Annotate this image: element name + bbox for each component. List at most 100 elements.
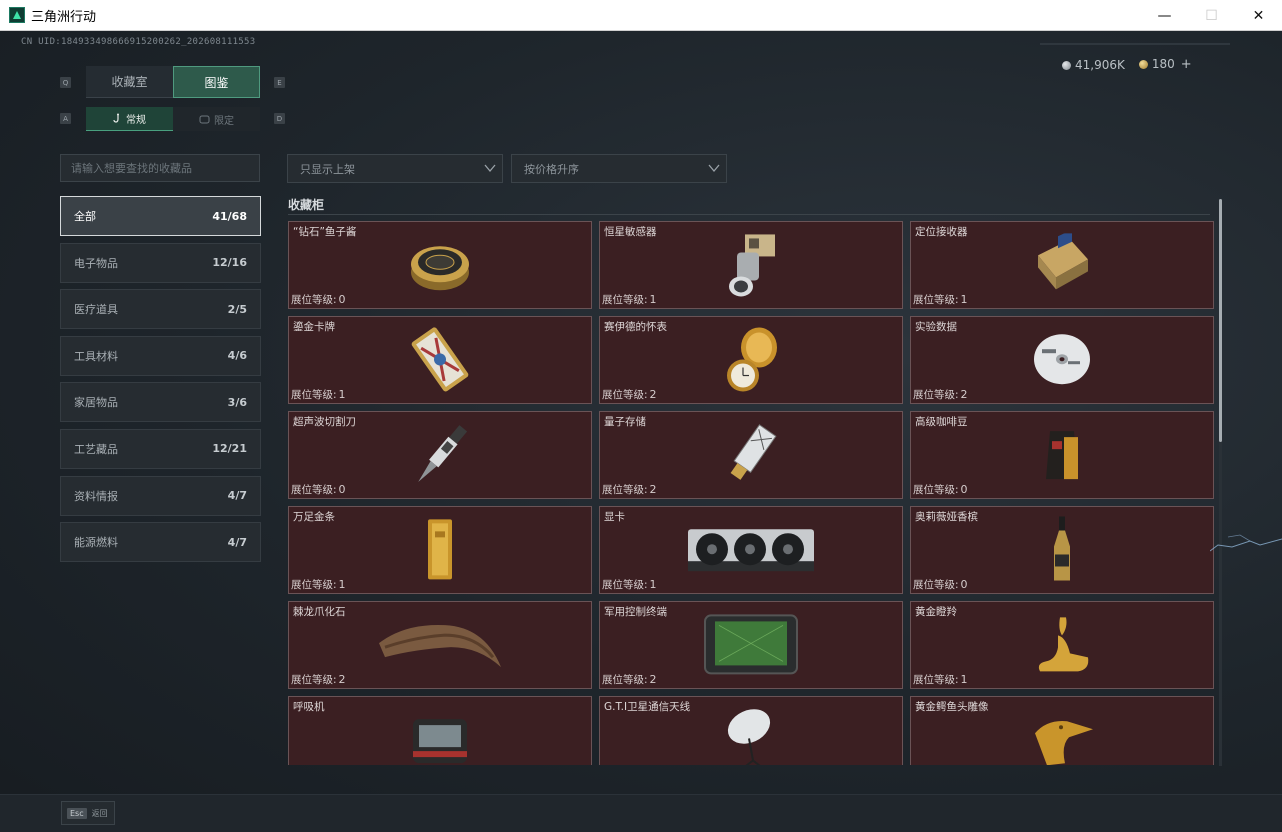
item-level: 展位等级: 1 bbox=[913, 292, 968, 307]
add-currency-button[interactable]: + bbox=[1181, 57, 1192, 72]
item-name: G.T.I卫星通信天线 bbox=[604, 701, 691, 713]
key-hint-d: D bbox=[274, 113, 285, 124]
sort-value: 按价格升序 bbox=[524, 162, 579, 176]
level-value: 1 bbox=[338, 388, 346, 401]
minimize-button[interactable]: — bbox=[1141, 0, 1188, 31]
item-level: 展位等级: 1 bbox=[291, 387, 346, 402]
hook-icon bbox=[113, 113, 119, 123]
sort-dropdown[interactable]: 按价格升序 bbox=[511, 154, 727, 183]
collection-item-card[interactable]: 黄金鳄鱼头雕像 bbox=[910, 696, 1214, 765]
category-count: 41/68 bbox=[212, 209, 247, 223]
collection-item-card[interactable]: 黄金瞪羚展位等级: 1 bbox=[910, 601, 1214, 689]
player-uid: CN UID:184933498666915200262_20260811155… bbox=[21, 37, 256, 47]
tab-codex[interactable]: 图鉴 bbox=[173, 66, 260, 98]
collection-item-card[interactable]: 定位接收器 展位等级: 1 bbox=[910, 221, 1214, 309]
level-label: 展位等级: bbox=[291, 294, 337, 306]
shelf-filter-dropdown[interactable]: 只显示上架 bbox=[287, 154, 503, 183]
category-count: 3/6 bbox=[227, 395, 247, 409]
item-name: 量子存储 bbox=[604, 416, 646, 428]
back-button[interactable]: Esc 返回 bbox=[61, 801, 115, 825]
key-hint-e: E bbox=[274, 77, 285, 88]
item-level: 展位等级: 0 bbox=[291, 482, 346, 497]
item-name: 赛伊德的怀表 bbox=[604, 321, 667, 333]
tab-limited[interactable]: 限定 bbox=[173, 107, 260, 131]
collection-item-card[interactable]: 军用控制终端 展位等级: 2 bbox=[599, 601, 903, 689]
item-name: 黄金瞪羚 bbox=[915, 606, 957, 618]
item-name: 军用控制终端 bbox=[604, 606, 667, 618]
category-item-tools[interactable]: 工具材料 4/6 bbox=[60, 335, 261, 376]
category-item-electronics[interactable]: 电子物品 12/16 bbox=[60, 242, 261, 283]
collection-item-card[interactable]: 量子存储 展位等级: 2 bbox=[599, 411, 903, 499]
collection-item-card[interactable]: 显卡 展位等级: 1 bbox=[599, 506, 903, 594]
chevron-down-icon bbox=[484, 164, 496, 173]
level-value: 2 bbox=[649, 673, 657, 686]
level-label: 展位等级: bbox=[913, 579, 959, 591]
item-level: 展位等级: 0 bbox=[913, 577, 968, 592]
gold-crocodile-icon bbox=[1027, 709, 1097, 765]
gilded-card-icon bbox=[405, 325, 475, 397]
collection-item-card[interactable]: 鎏金卡牌展位等级: 1 bbox=[288, 316, 592, 404]
scrollbar-thumb[interactable] bbox=[1219, 199, 1222, 442]
category-list: 全部 41/68 电子物品 12/16 医疗道具 2/5 工具材料 4/6 家居物品 3/… bbox=[60, 196, 261, 569]
pocket-watch-icon bbox=[721, 324, 781, 400]
key-hint-q: Q bbox=[60, 77, 71, 88]
item-name: 呼吸机 bbox=[293, 701, 325, 713]
level-value: 1 bbox=[960, 293, 968, 306]
collection-item-card[interactable]: 奥莉薇娅香槟 展位等级: 0 bbox=[910, 506, 1214, 594]
level-value: 1 bbox=[960, 673, 968, 686]
champagne-icon bbox=[1050, 514, 1074, 588]
gold-currency: 180 + bbox=[1138, 57, 1192, 72]
level-label: 展位等级: bbox=[602, 674, 648, 686]
collection-item-card[interactable]: 呼吸机 bbox=[288, 696, 592, 765]
collection-item-card[interactable]: 赛伊德的怀表 展位等级: 2 bbox=[599, 316, 903, 404]
level-label: 展位等级: bbox=[291, 674, 337, 686]
chevron-down-icon bbox=[708, 164, 720, 173]
category-count: 12/16 bbox=[212, 256, 247, 270]
maximize-button[interactable]: ☐ bbox=[1188, 0, 1235, 31]
category-item-energy[interactable]: 能源燃料 4/7 bbox=[60, 522, 261, 563]
item-name: 实验数据 bbox=[915, 321, 957, 333]
gold-bar-icon bbox=[424, 517, 456, 585]
level-label: 展位等级: bbox=[602, 389, 648, 401]
game-viewport: CN UID:184933498666915200262_20260811155… bbox=[0, 31, 1282, 832]
level-value: 1 bbox=[649, 578, 657, 591]
item-level: 展位等级: 0 bbox=[913, 482, 968, 497]
star-sensor-icon bbox=[719, 230, 783, 302]
collection-item-card[interactable]: 万足金条 展位等级: 1 bbox=[288, 506, 592, 594]
close-button[interactable]: ✕ bbox=[1235, 0, 1282, 31]
collection-item-card[interactable]: 实验数据展位等级: 2 bbox=[910, 316, 1214, 404]
category-item-intel[interactable]: 资料情报 4/7 bbox=[60, 475, 261, 516]
tab-regular[interactable]: 常规 bbox=[86, 107, 173, 131]
search-input[interactable] bbox=[60, 154, 260, 182]
gps-receiver-icon bbox=[1030, 229, 1094, 299]
collection-item-card[interactable]: 恒星敏感器 展位等级: 1 bbox=[599, 221, 903, 309]
category-item-all[interactable]: 全部 41/68 bbox=[60, 196, 261, 236]
item-name: 鎏金卡牌 bbox=[293, 321, 335, 333]
category-count: 4/7 bbox=[227, 535, 247, 549]
category-item-crafts[interactable]: 工艺藏品 12/21 bbox=[60, 428, 261, 469]
silver-currency: 41,906K bbox=[1062, 58, 1125, 72]
item-level: 展位等级: 0 bbox=[291, 292, 346, 307]
item-level: 展位等级: 2 bbox=[913, 387, 968, 402]
collection-item-card[interactable]: 棘龙爪化石 展位等级: 2 bbox=[288, 601, 592, 689]
level-label: 展位等级: bbox=[913, 294, 959, 306]
level-label: 展位等级: bbox=[602, 294, 648, 306]
category-label: 全部 bbox=[74, 210, 96, 223]
item-level: 展位等级: 1 bbox=[913, 672, 968, 687]
tab-collection-room[interactable]: 收藏室 bbox=[86, 66, 173, 98]
category-item-household[interactable]: 家居物品 3/6 bbox=[60, 382, 261, 423]
collection-item-card[interactable]: “钻石”鱼子酱 展位等级: 0 bbox=[288, 221, 592, 309]
collection-item-card[interactable]: 高级咖啡豆 展位等级: 0 bbox=[910, 411, 1214, 499]
category-label: 工具材料 bbox=[74, 349, 118, 363]
category-item-medical[interactable]: 医疗道具 2/5 bbox=[60, 289, 261, 330]
collection-item-card[interactable]: 超声波切割刀 展位等级: 0 bbox=[288, 411, 592, 499]
currency-bar: 41,906K 180 + bbox=[1062, 57, 1192, 72]
claw-fossil-icon bbox=[375, 617, 505, 675]
silver-amount: 41,906K bbox=[1075, 57, 1125, 72]
category-count: 2/5 bbox=[227, 302, 247, 316]
collection-item-card[interactable]: G.T.I卫星通信天线 bbox=[599, 696, 903, 765]
item-level: 展位等级: 2 bbox=[602, 387, 657, 402]
graphics-card-icon bbox=[686, 521, 816, 581]
control-terminal-icon bbox=[701, 611, 801, 681]
level-label: 展位等级: bbox=[291, 579, 337, 591]
